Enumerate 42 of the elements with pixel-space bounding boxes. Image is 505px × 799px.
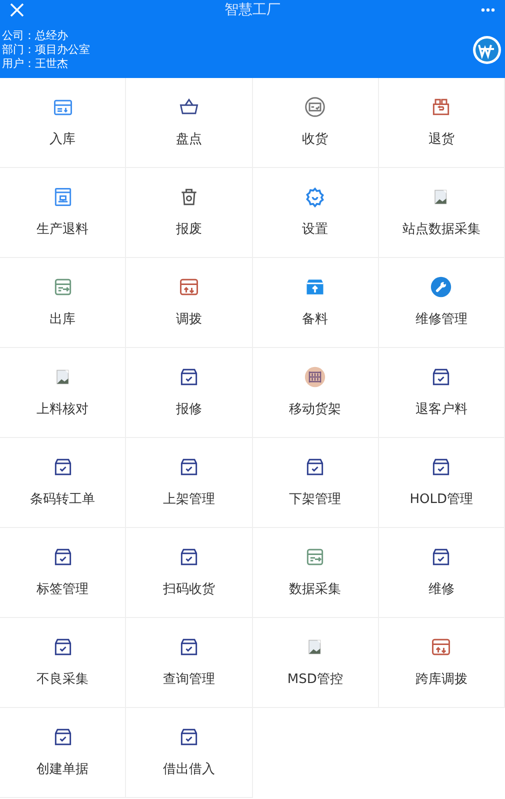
menu-tile[interactable]: 扫码收货 [126, 528, 252, 618]
more-icon [481, 8, 495, 12]
info-line: 公司：总经办 [2, 29, 69, 43]
menu-tile[interactable]: 条码转工单 [0, 438, 126, 528]
window-title: 智慧工厂 [224, 0, 280, 20]
menu-tile[interactable]: 入库 [0, 78, 126, 168]
shelf-icon [304, 366, 326, 388]
menu-tile[interactable]: 标签管理 [0, 528, 126, 618]
menu-tile[interactable]: 退客户料 [378, 348, 505, 438]
info-line: 用户：王世杰 [2, 57, 69, 71]
menu-tile[interactable]: HOLD管理 [378, 438, 505, 528]
menu-tile[interactable]: MSD管控 [252, 618, 379, 708]
menu-tile[interactable]: 维修管理 [378, 258, 505, 348]
menu-tile[interactable]: 生产退料 [0, 168, 126, 258]
menu-tile[interactable]: 不良采集 [0, 618, 126, 708]
info-line: 部门：项目办公室 [2, 43, 90, 57]
menu-tile[interactable]: 上料核对 [0, 348, 126, 438]
menu-tile[interactable]: 报废 [126, 168, 252, 258]
settings-icon [304, 186, 326, 208]
menu-tile[interactable]: 借出借入 [126, 708, 252, 798]
receipt-icon [304, 96, 326, 118]
menu-tile[interactable]: 设置 [252, 168, 379, 258]
menu-tile[interactable]: 查询管理 [126, 618, 252, 708]
menu-tile[interactable]: 出库 [0, 258, 126, 348]
close-icon [9, 2, 25, 18]
menu-tile[interactable]: 下架管理 [252, 438, 379, 528]
menu-tile[interactable]: 站点数据采集 [378, 168, 505, 258]
menu-tile[interactable]: 调拨 [126, 258, 252, 348]
menu-tile[interactable]: 备料 [252, 258, 379, 348]
menu-tile[interactable]: 收货 [252, 78, 379, 168]
menu-tile[interactable]: 数据采集 [252, 528, 379, 618]
menu-tile[interactable]: 上架管理 [126, 438, 252, 528]
close-button[interactable] [8, 1, 26, 19]
menu-tile[interactable]: 退货 [378, 78, 505, 168]
menu-tile[interactable]: 报修 [126, 348, 252, 438]
logo-icon [472, 35, 502, 65]
menu-tile[interactable]: 创建单据 [0, 708, 126, 798]
menu-tile[interactable]: 移动货架 [252, 348, 379, 438]
wrench-icon [430, 276, 452, 298]
menu-tile[interactable]: 跨库调拨 [378, 618, 505, 708]
menu-tile[interactable]: 盘点 [126, 78, 252, 168]
menu-tile[interactable]: 维修 [378, 528, 505, 618]
